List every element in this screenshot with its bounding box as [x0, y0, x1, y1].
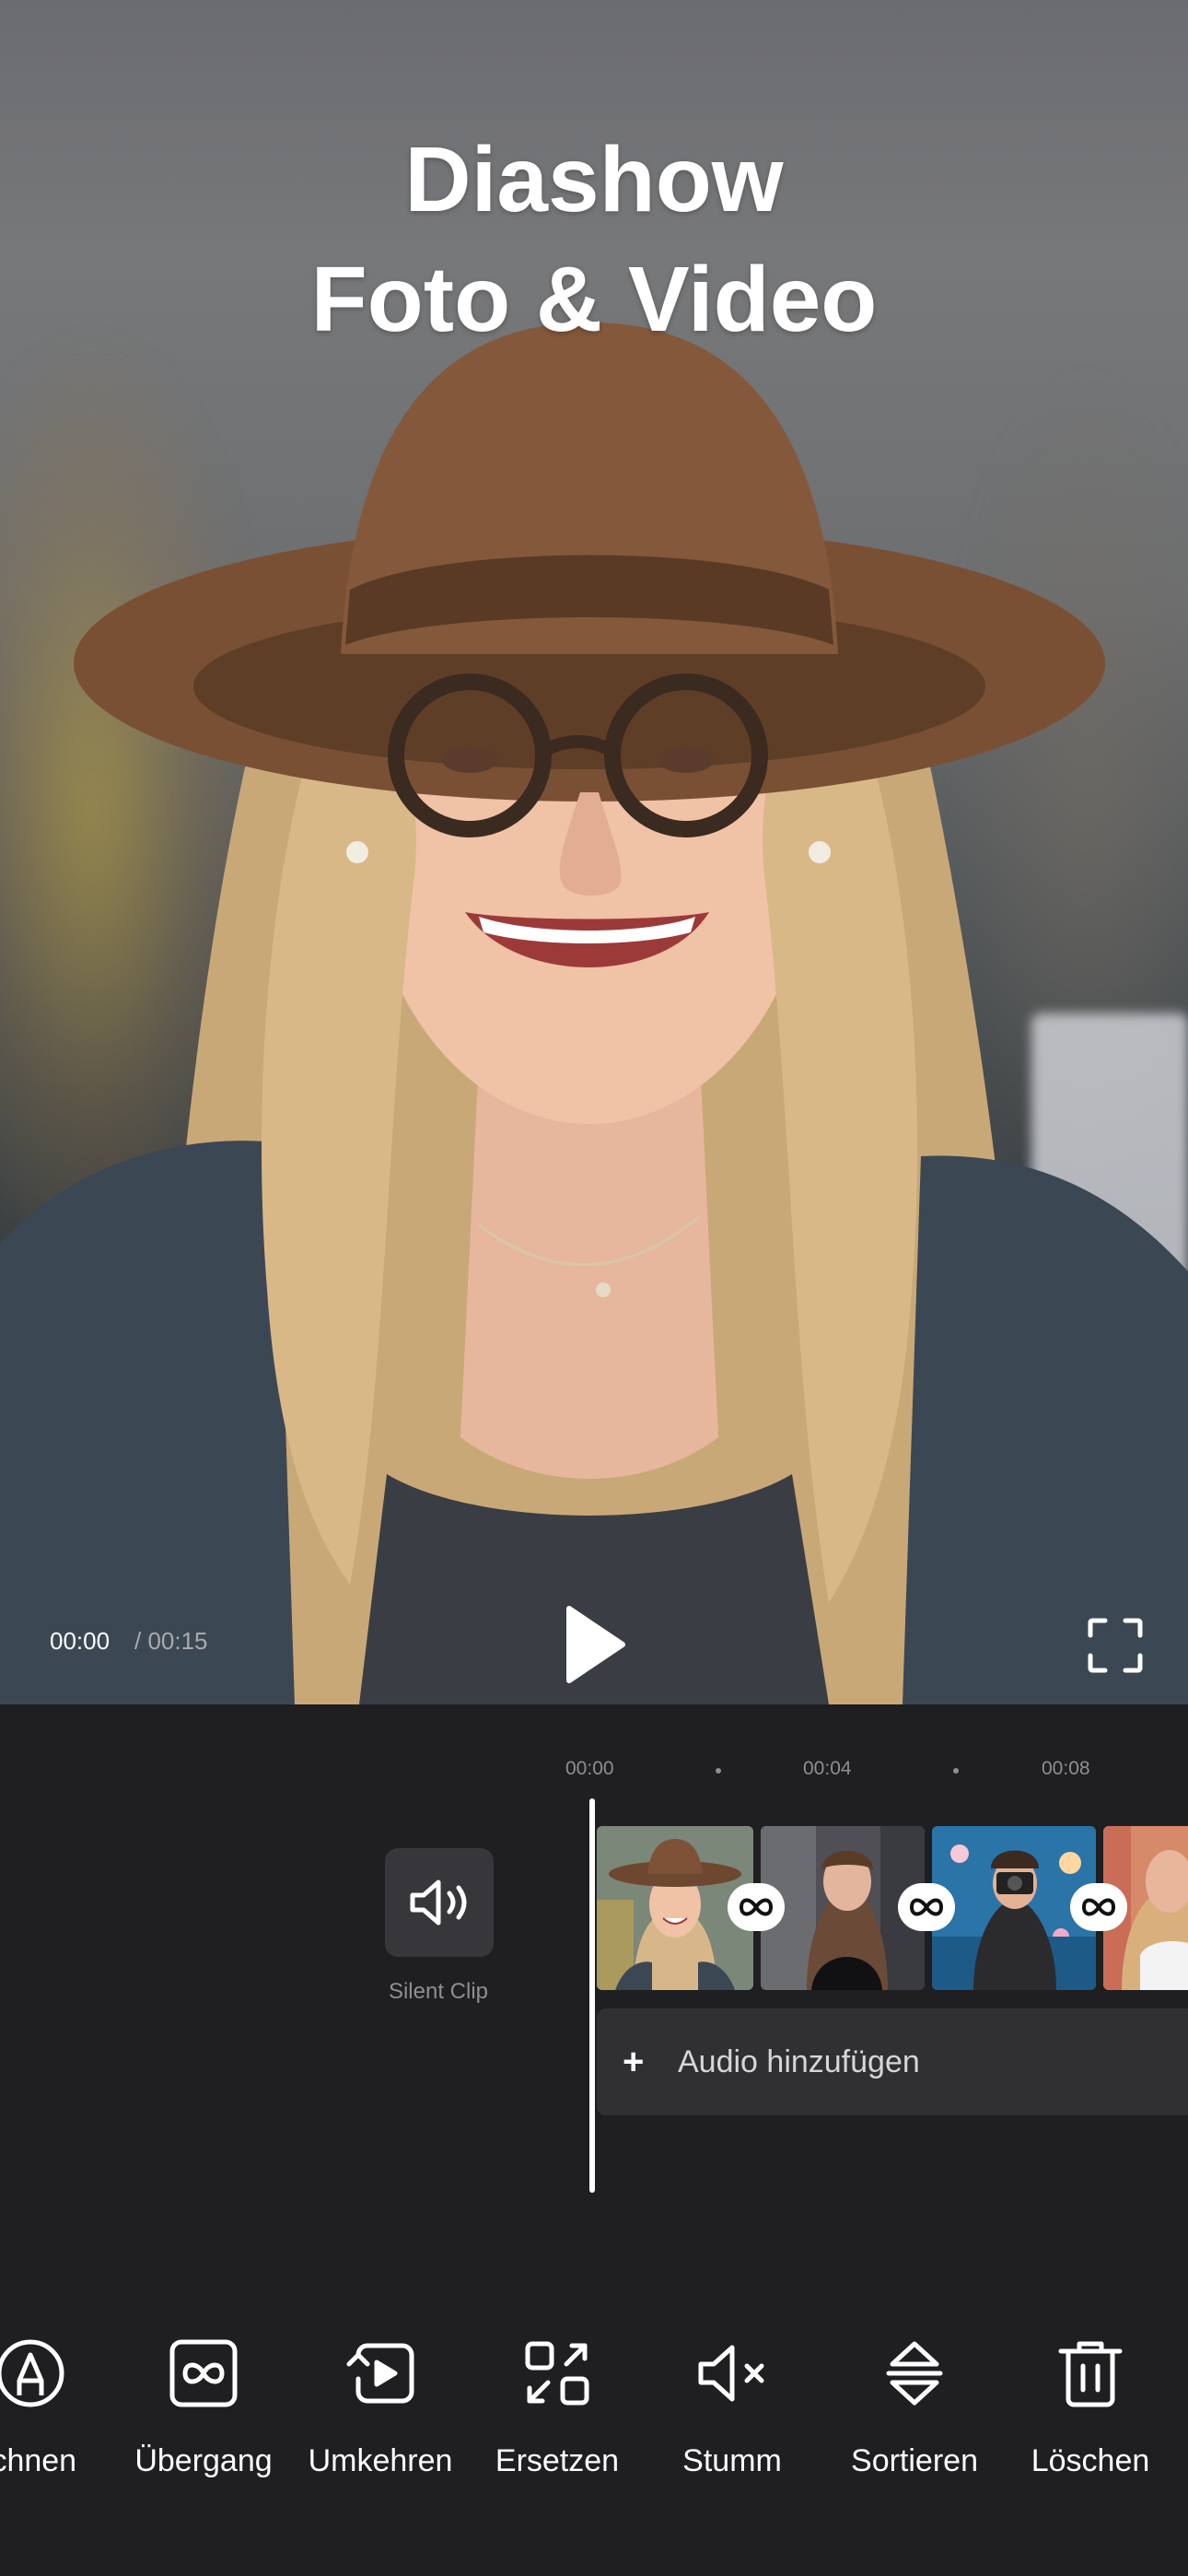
add-audio-label: Audio hinzufügen: [678, 2043, 920, 2079]
tool-mute[interactable]: Stumm: [645, 2336, 820, 2484]
promo-headline-line1: Diashow: [404, 128, 784, 231]
sort-icon: [886, 2341, 943, 2406]
transition-button[interactable]: [1070, 1883, 1127, 1931]
ruler-time-label: 00:04: [803, 1758, 852, 1779]
fullscreen-button[interactable]: [1087, 1617, 1144, 1674]
transition-button[interactable]: [898, 1883, 955, 1931]
ruler-time-label: 00:00: [565, 1758, 614, 1779]
fullscreen-icon: [1088, 1618, 1143, 1673]
tool-label: Sortieren: [851, 2443, 978, 2478]
tool-label: Löschen: [1031, 2443, 1150, 2478]
tool-transition[interactable]: Übergang: [116, 2336, 291, 2484]
tool-label: Umkehren: [308, 2443, 453, 2478]
tool-label: Stumm: [682, 2443, 782, 2478]
tool-reverse[interactable]: Umkehren: [293, 2336, 468, 2484]
play-icon: [566, 1606, 625, 1683]
silent-clip-button[interactable]: [385, 1848, 494, 1957]
play-button[interactable]: [562, 1603, 628, 1686]
tool-replace[interactable]: Ersetzen: [470, 2336, 645, 2484]
transition-button[interactable]: [728, 1883, 785, 1931]
infinity-transition-icon: [739, 1898, 774, 1916]
tool-label: ichnen: [0, 2443, 77, 2478]
reverse-icon: [346, 2343, 414, 2404]
silent-clip-label: Silent Clip: [388, 1979, 489, 2004]
mute-icon: [698, 2345, 764, 2402]
replace-icon: [525, 2341, 589, 2406]
ruler-tick: [716, 1768, 721, 1774]
ruler-time-label: 00:08: [1042, 1758, 1090, 1779]
tool-draw[interactable]: ichnen: [0, 2336, 118, 2484]
video-preview[interactable]: Diashow Foto & Video 00:00 / 00:15: [0, 0, 1188, 1704]
promo-headline: Diashow Foto & Video: [0, 120, 1188, 359]
tool-label: Ersetzen: [495, 2443, 620, 2478]
tool-label: Übergang: [134, 2443, 273, 2478]
draw-icon: [0, 2339, 64, 2407]
current-time: 00:00: [50, 1627, 111, 1655]
plus-icon: +: [623, 2041, 645, 2082]
transition-icon: [169, 2339, 238, 2407]
ruler-tick: [953, 1768, 959, 1774]
total-duration: / 00:15: [134, 1627, 208, 1655]
tool-delete[interactable]: Löschen: [1003, 2336, 1178, 2484]
promo-headline-line2: Foto & Video: [310, 248, 878, 351]
playhead[interactable]: [589, 1798, 595, 2193]
infinity-transition-icon: [1081, 1898, 1116, 1916]
add-audio-button[interactable]: + Audio hinzufügen: [597, 2008, 1188, 2115]
trash-icon: [1058, 2341, 1123, 2407]
tool-sort[interactable]: Sortieren: [827, 2336, 1002, 2484]
speaker-icon: [410, 1879, 467, 1926]
infinity-transition-icon: [909, 1898, 944, 1916]
